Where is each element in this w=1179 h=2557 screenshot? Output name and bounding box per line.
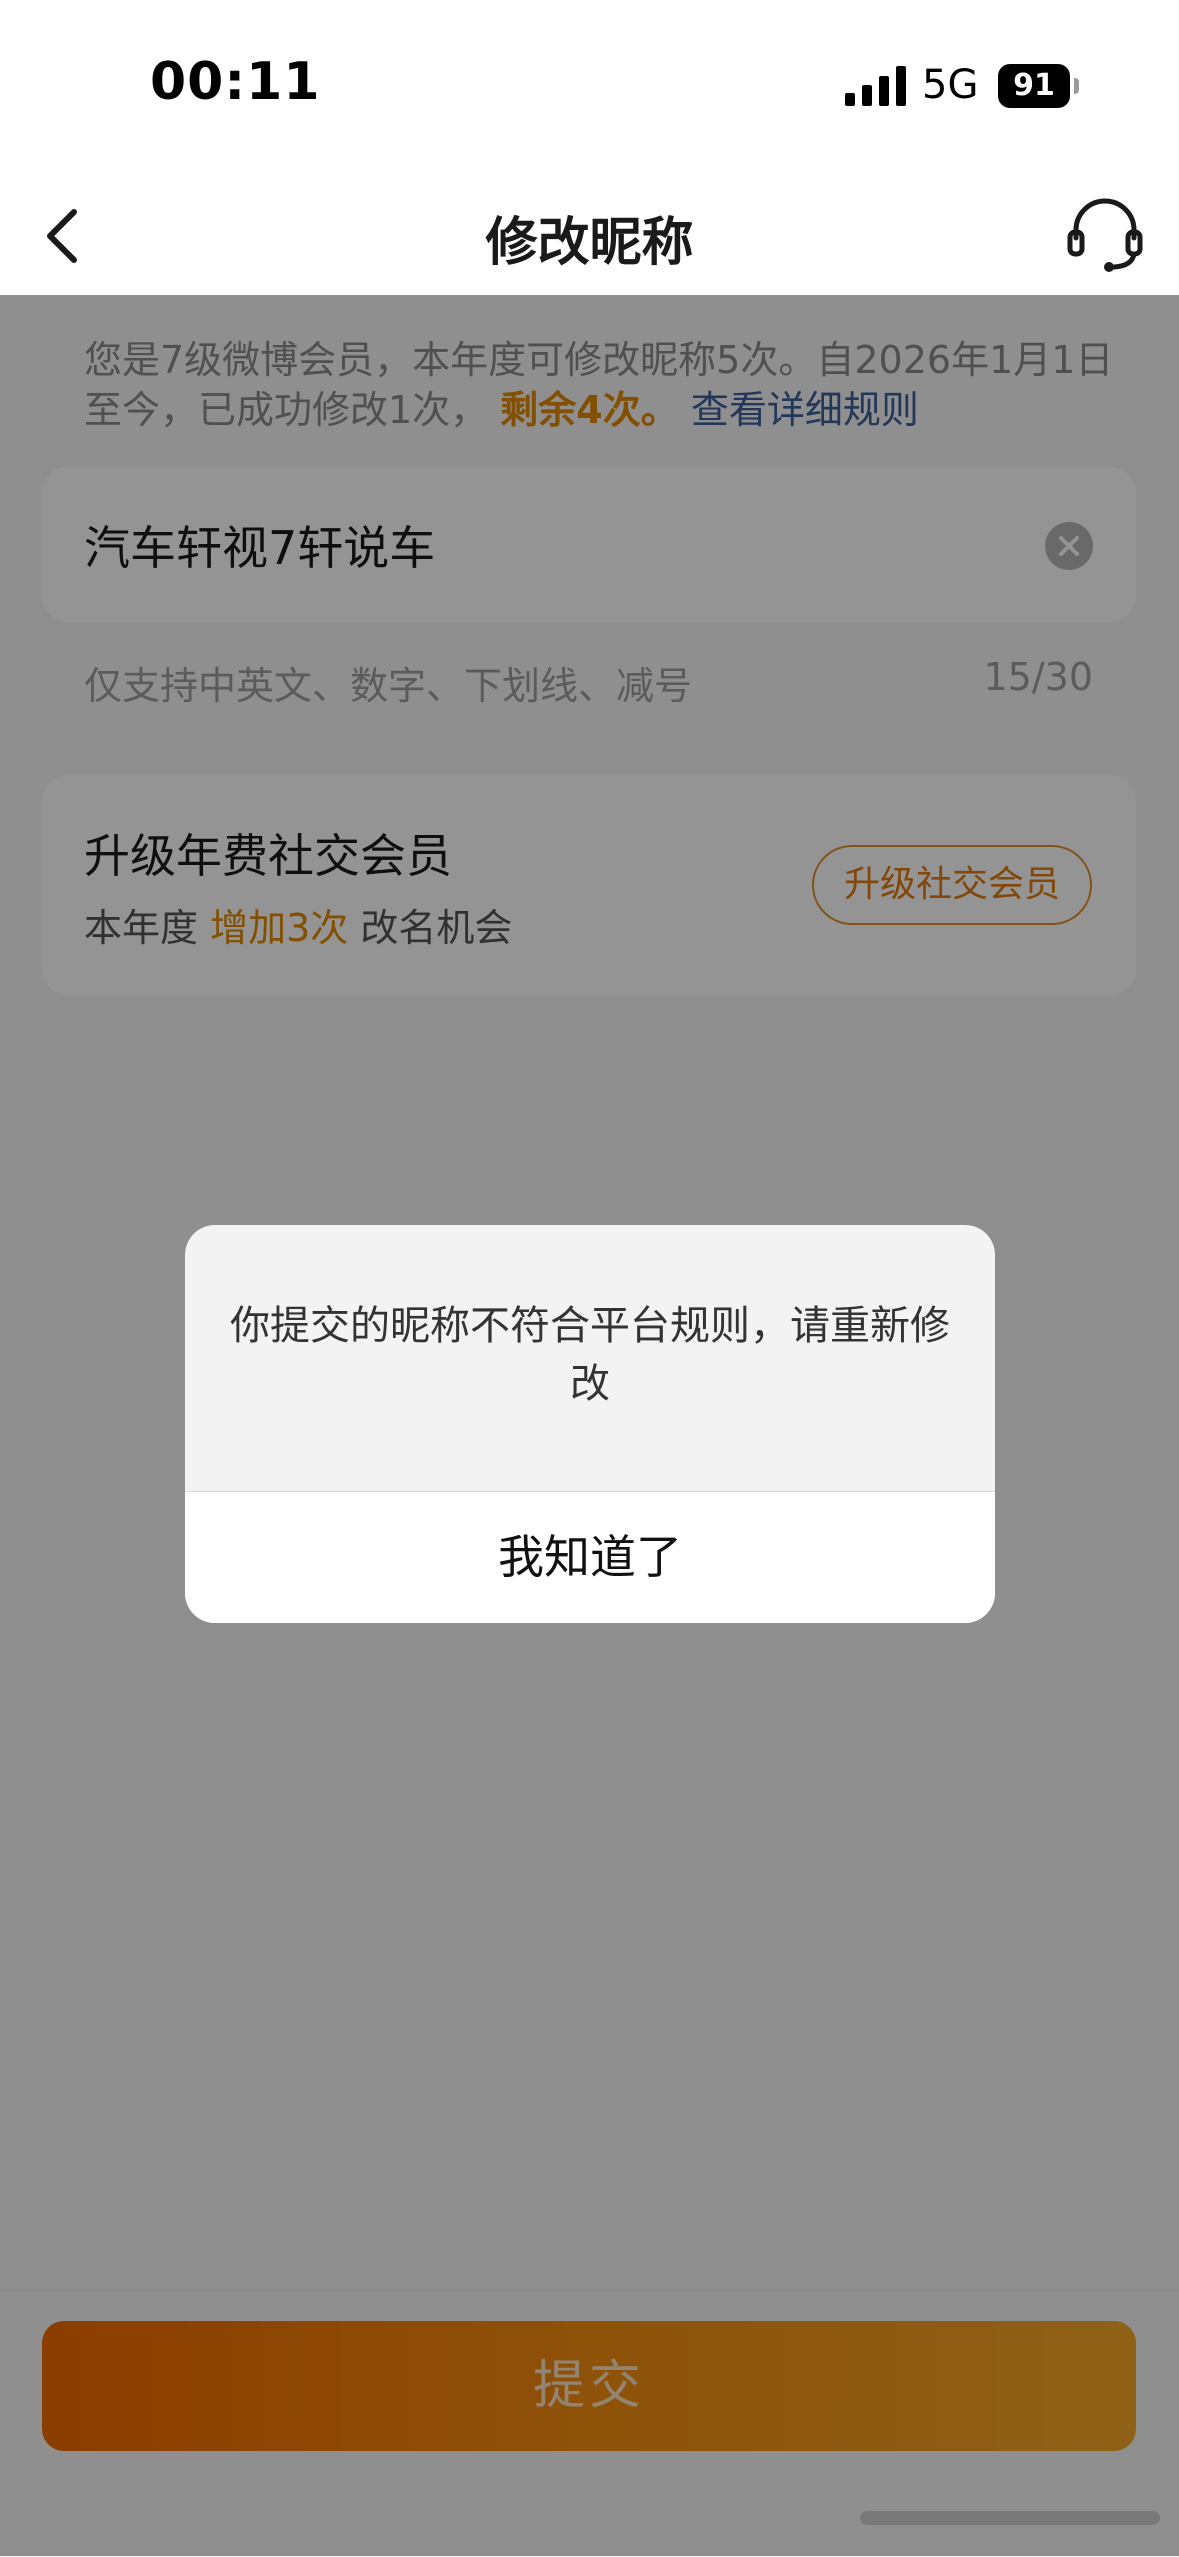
page-title: 修改昵称 xyxy=(485,213,694,273)
status-time: 00:11 xyxy=(150,52,321,112)
alert-dialog: 你提交的昵称不符合平台规则，请重新修改 我知道了 xyxy=(185,1225,995,1623)
customer-service-button[interactable] xyxy=(1062,190,1148,276)
nav-bar: 修改昵称 xyxy=(0,170,1179,295)
battery-icon: 91 xyxy=(998,64,1080,108)
signal-bars-icon xyxy=(845,66,906,106)
battery-level: 91 xyxy=(998,64,1070,108)
alert-confirm-button[interactable]: 我知道了 xyxy=(185,1492,995,1623)
status-bar: 00:11 5G 91 xyxy=(0,0,1179,170)
headset-icon xyxy=(1067,198,1143,272)
battery-cap xyxy=(1074,78,1079,94)
alert-message: 你提交的昵称不符合平台规则，请重新修改 xyxy=(230,1303,950,1407)
network-label: 5G xyxy=(922,62,979,108)
